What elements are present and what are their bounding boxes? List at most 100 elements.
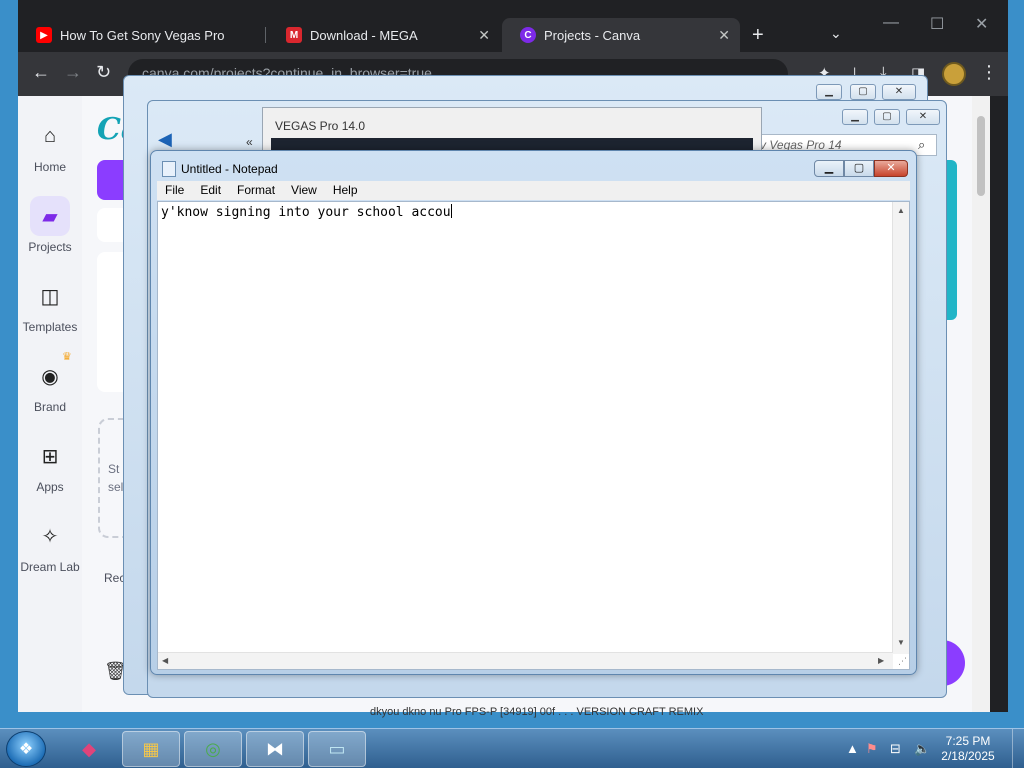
sidebar-item-templates[interactable]: ◫ Templates — [18, 276, 82, 335]
taskbar-app-chrome[interactable]: ◎ — [184, 731, 242, 767]
tab-youtube[interactable]: ▶ How To Get Sony Vegas Pro 14 | — [18, 18, 264, 52]
page-footer-text: dkyou dkno nu Pro FPS-P [34919] 00f . . … — [370, 706, 704, 718]
taskbar-app-vegas-logo[interactable]: ◆ — [60, 731, 118, 767]
taskbar-app-vegas-pro[interactable]: ⧓ — [246, 731, 304, 767]
tab-label: Projects - Canva — [544, 27, 641, 43]
sidebar-item-label: Brand — [33, 400, 67, 414]
maximize-icon[interactable]: ▢ — [844, 160, 874, 177]
menu-view[interactable]: View — [283, 181, 325, 200]
tab-label: Download - MEGA — [310, 27, 418, 43]
taskbar: ❖ ◆ ▦ ◎ ⧓ ▭ ▲ ⚑ ⊟ 🔈 7:25 PM 2/18/2025 — [0, 728, 1024, 768]
vegas-app-icon: ◆ — [82, 738, 96, 759]
new-tab-button[interactable]: + — [752, 24, 764, 47]
tab-label: How To Get Sony Vegas Pro 14 | — [60, 27, 226, 43]
drop-zone-text: sel — [108, 480, 124, 494]
close-icon[interactable]: ✕ — [882, 84, 916, 100]
start-button[interactable]: ❖ — [6, 731, 46, 767]
sidebar-item-label: Apps — [36, 480, 64, 494]
sidebar-item-apps[interactable]: ⊞ Apps — [18, 436, 82, 495]
sidebar-item-label: Dream Lab — [20, 560, 80, 574]
resize-grip-icon[interactable]: ⋰ — [898, 656, 907, 667]
tab-canva[interactable]: C Projects - Canva ✕ — [502, 18, 740, 52]
minimize-icon[interactable]: — — [883, 14, 899, 32]
mega-icon: M — [286, 27, 302, 43]
sidebar-item-dream-lab[interactable]: ✧ Dream Lab — [18, 516, 82, 575]
canva-sidebar: ⌂ Home ▰ Projects ◫ Templates ♛ ◉ Brand … — [18, 96, 82, 712]
tab-strip: ▶ How To Get Sony Vegas Pro 14 | M Downl… — [18, 0, 1008, 52]
vegas-pro-icon: ⧓ — [266, 738, 284, 759]
volume-icon[interactable]: 🔈 — [914, 741, 930, 757]
sidebar-item-brand[interactable]: ♛ ◉ Brand — [18, 351, 82, 414]
sidebar-item-label: Templates — [22, 320, 78, 334]
drop-zone-text: St — [108, 462, 120, 476]
folder-icon: ▦ — [142, 738, 160, 759]
search-icon[interactable]: ⌕ — [918, 137, 925, 153]
back-icon[interactable]: ← — [32, 62, 50, 83]
back-icon[interactable]: ◀ — [158, 129, 172, 150]
show-hidden-icons[interactable]: ▲ — [846, 741, 859, 756]
window-title: VEGAS Pro 14.0 — [275, 119, 366, 133]
forward-icon[interactable]: → — [64, 62, 82, 83]
page-scrollbar[interactable] — [972, 96, 990, 712]
chevron-down-icon[interactable]: ⌄ — [830, 25, 842, 42]
crown-icon: ♛ — [62, 351, 72, 363]
close-icon[interactable]: ✕ — [478, 27, 490, 44]
sidebar-item-label: Home — [33, 160, 66, 174]
show-desktop-button[interactable] — [1012, 729, 1024, 768]
scrollbar-thumb[interactable] — [977, 116, 985, 196]
close-icon[interactable]: ✕ — [874, 160, 908, 177]
taskbar-app-explorer[interactable]: ▦ — [122, 731, 180, 767]
tab-mega[interactable]: M Download - MEGA ✕ — [268, 18, 500, 52]
sidebar-item-home[interactable]: ⌂ Home — [18, 116, 82, 175]
menu-help[interactable]: Help — [325, 181, 366, 200]
maximize-icon[interactable]: ☐ — [930, 14, 944, 34]
folder-icon: ▰ — [30, 196, 70, 236]
menu-edit[interactable]: Edit — [192, 181, 229, 200]
menu-bar: File Edit Format View Help — [157, 181, 910, 200]
action-center-icon[interactable]: ⚑ — [866, 741, 878, 757]
canva-icon: C — [520, 27, 536, 43]
scroll-down-icon[interactable]: ▼ — [897, 638, 905, 647]
close-icon[interactable]: ✕ — [906, 109, 940, 125]
sidebar-item-label: Projects — [28, 240, 72, 254]
text-editor[interactable]: y'know signing into your school accou ▲ … — [157, 201, 910, 670]
chrome-icon: ◎ — [205, 738, 221, 759]
minimize-icon[interactable]: ▁ — [816, 84, 842, 100]
scroll-right-icon[interactable]: ▶ — [878, 656, 884, 665]
notepad-icon — [162, 161, 176, 177]
horizontal-scrollbar[interactable]: ◀ ▶ — [158, 652, 893, 669]
home-icon: ⌂ — [43, 124, 57, 147]
sidebar-item-projects[interactable]: ▰ Projects — [18, 196, 82, 254]
tab-separator — [265, 27, 266, 43]
clock-time: 7:25 PM — [945, 734, 991, 748]
window-title: Untitled - Notepad — [181, 162, 278, 176]
windows-logo-icon: ❖ — [18, 741, 34, 758]
maximize-icon[interactable]: ▢ — [850, 84, 876, 100]
minimize-icon[interactable]: ▁ — [842, 109, 868, 125]
templates-icon: ◫ — [40, 285, 60, 308]
more-menu-icon[interactable]: ⋮ — [980, 62, 998, 83]
close-icon[interactable]: ✕ — [975, 14, 988, 34]
menu-format[interactable]: Format — [229, 181, 283, 200]
editor-content[interactable]: y'know signing into your school accou — [161, 204, 452, 220]
scroll-up-icon[interactable]: ▲ — [897, 206, 905, 215]
vertical-scrollbar[interactable]: ▲ ▼ — [892, 202, 909, 654]
clock-date: 2/18/2025 — [941, 749, 995, 763]
menu-file[interactable]: File — [157, 181, 192, 200]
minimize-icon[interactable]: ▁ — [814, 160, 844, 177]
caption-buttons: ▁ ▢ ✕ — [814, 160, 908, 177]
apps-icon: ⊞ — [41, 445, 59, 468]
notepad-icon: ▭ — [328, 738, 346, 759]
taskbar-app-notepad[interactable]: ▭ — [308, 731, 366, 767]
maximize-icon[interactable]: ▢ — [874, 109, 900, 125]
system-clock[interactable]: 7:25 PM 2/18/2025 — [930, 734, 1006, 764]
scroll-left-icon[interactable]: ◀ — [162, 656, 168, 665]
network-icon[interactable]: ⊟ — [890, 741, 901, 757]
avatar[interactable] — [942, 62, 966, 86]
reload-icon[interactable]: ↻ — [96, 62, 111, 83]
breadcrumb[interactable]: « — [246, 135, 253, 149]
youtube-icon: ▶ — [36, 27, 52, 43]
notepad-window: Untitled - Notepad ▁ ▢ ✕ File Edit Forma… — [150, 150, 917, 675]
dream-lab-icon: ✧ — [41, 525, 59, 548]
close-icon[interactable]: ✕ — [718, 27, 730, 44]
